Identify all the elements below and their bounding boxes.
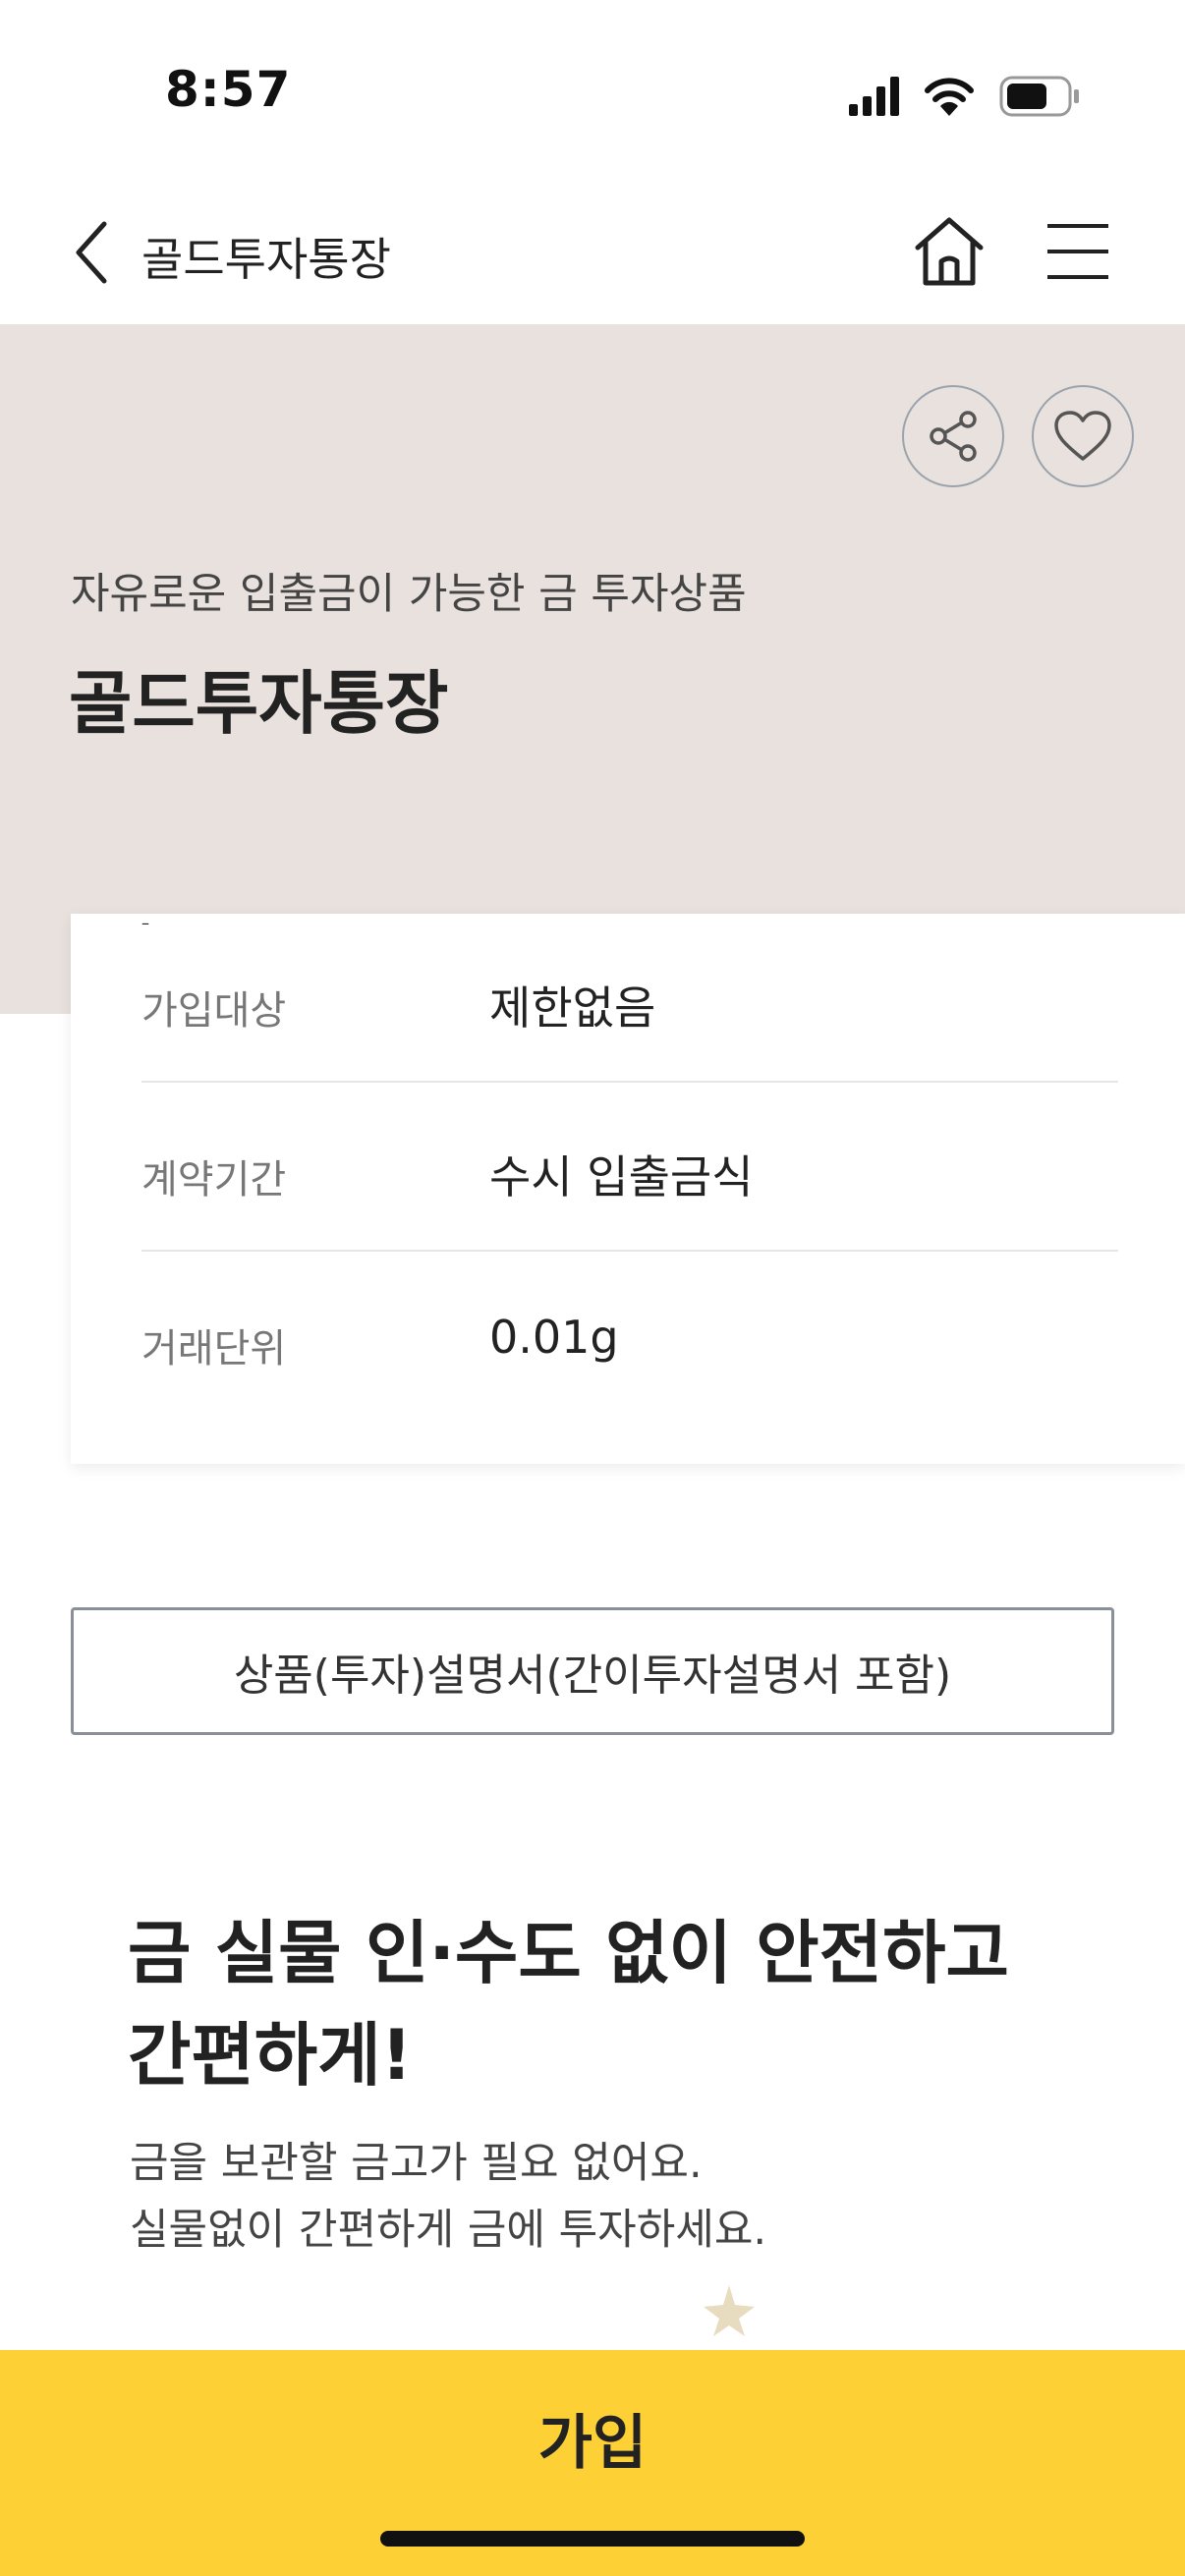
battery-icon [999, 76, 1079, 117]
home-icon[interactable] [912, 214, 987, 289]
back-chevron-icon[interactable] [69, 218, 118, 287]
favorite-button[interactable] [1032, 385, 1134, 487]
info-value: 수시 입출금식 [489, 1150, 754, 1204]
info-value: 제한없음 [489, 981, 656, 1035]
info-row-eligibility: 가입대상 제한없음 – [141, 914, 1118, 1083]
nav-title: 골드투자통장 [141, 233, 391, 286]
promo-desc-line: 금을 보관할 금고가 필요 없어요. [130, 2139, 703, 2188]
share-button[interactable] [902, 385, 1004, 487]
promo-desc-line: 실물없이 간편하게 금에 투자하세요. [130, 2206, 767, 2255]
promo-title-line: 금 실물 인·수도 없이 안전하고 [128, 1913, 1009, 1993]
promo-title-line: 간편하게! [128, 2015, 413, 2096]
heart-icon [1054, 411, 1111, 461]
info-label: 가입대상 [141, 988, 287, 1034]
hero-title: 골드투자통장 [69, 663, 449, 744]
status-time: 8:57 [165, 61, 292, 118]
wifi-icon [925, 78, 974, 116]
info-label: 계약기간 [141, 1157, 287, 1203]
join-button-label: 가입 [537, 2409, 648, 2478]
promo-title: 금 실물 인·수도 없이 안전하고 간편하게! [128, 1902, 1091, 2106]
info-value: 0.01g [489, 1311, 619, 1364]
share-icon [930, 411, 977, 462]
info-row-trade-unit: 거래단위 0.01g [141, 1252, 1118, 1419]
status-icons [849, 76, 1079, 117]
product-info-card: 가입대상 제한없음 – 계약기간 수시 입출금식 거래단위 0.01g [71, 914, 1185, 1464]
info-row-contract-period: 계약기간 수시 입출금식 [141, 1083, 1118, 1252]
star-icon [704, 2285, 755, 2336]
info-label: 거래단위 [141, 1326, 287, 1372]
hero-subtitle: 자유로운 입출금이 가능한 금 투자상품 [71, 570, 747, 619]
promo-description: 금을 보관할 금고가 필요 없어요. 실물없이 간편하게 금에 투자하세요. [130, 2130, 1093, 2264]
home-indicator [380, 2531, 805, 2547]
signal-icon [849, 77, 899, 116]
product-prospectus-button[interactable]: 상품(투자)설명서(간이투자설명서 포함) [71, 1607, 1114, 1735]
hamburger-menu-icon[interactable] [1045, 222, 1110, 281]
